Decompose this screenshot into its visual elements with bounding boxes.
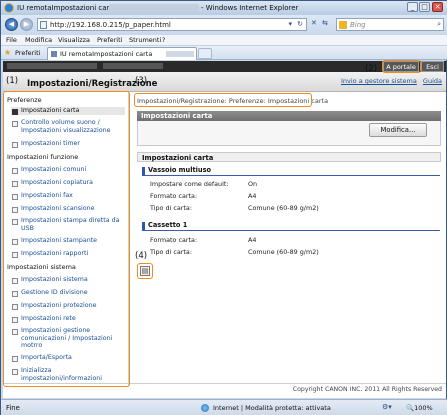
search-placeholder: Bing [350, 21, 366, 29]
zoom-value: 100% [414, 404, 433, 412]
menu-edit[interactable]: Modifica [25, 36, 52, 44]
address-url: http://192.168.0.215/p_paper.html [50, 21, 171, 29]
row-label: Impostare come default: [150, 180, 229, 188]
device-header-strip [3, 61, 446, 72]
menu-file[interactable]: File [6, 36, 17, 44]
row-value: Comune (60-89 g/m2) [248, 204, 319, 212]
globe-icon [201, 404, 209, 412]
menu-bar: File Modifica Visualizza Preferiti Strum… [1, 35, 447, 46]
callout-4-label: (4) [135, 251, 148, 261]
callout-2-label: (2) [365, 64, 378, 74]
menu-tools[interactable]: Strumenti [129, 36, 161, 44]
callout-1-highlight [3, 91, 130, 387]
section-header-paper-info: Impostazioni carta [137, 152, 441, 162]
row-value: A4 [248, 192, 257, 200]
status-text: Fine [6, 404, 20, 412]
row-label: Formato carta: [150, 236, 198, 244]
dropdown-icon[interactable]: ▾ [288, 20, 292, 28]
row-label: Tipo di carta: [150, 248, 192, 256]
new-tab-button[interactable] [198, 48, 212, 59]
window-title-suffix: - Windows Internet Explorer [201, 4, 299, 12]
forward-arrow-icon[interactable]: ▶ [20, 18, 33, 31]
header-links: Invio a gestore sistema Guida [337, 77, 442, 85]
subsection-drawer-1: Cassetto 1 [142, 221, 440, 231]
search-icon[interactable]: ⌕ [437, 20, 441, 29]
subsection-bypass-tray: Vassoio multiuso [142, 166, 440, 176]
minimize-button[interactable]: _ [407, 2, 418, 12]
window-title: IU remotaImpostazioni carta [17, 4, 116, 12]
close-button[interactable]: ✕ [432, 2, 443, 12]
redacted-device-name [109, 4, 199, 12]
menu-favorites[interactable]: Preferiti [97, 36, 122, 44]
row-value: Comune (60-89 g/m2) [248, 248, 319, 256]
back-arrow-icon[interactable]: ◀ [5, 18, 18, 31]
row-label: Formato carta: [150, 192, 198, 200]
menu-help[interactable]: ? [162, 36, 165, 44]
status-bar: Fine Internet | Modalità protetta: attiv… [1, 399, 447, 415]
page-header-bar: Impostazioni/Registrazione Invio a gesto… [3, 72, 446, 92]
maximize-button[interactable]: □ [419, 2, 430, 12]
security-zone: Internet | Modalità protetta: attivata [213, 404, 331, 412]
web-page: A portale Esci Impostazioni/Registrazion… [3, 60, 446, 398]
callout-1-label: (1) [6, 76, 19, 86]
compatibility-icon[interactable]: ⇆ [322, 19, 328, 27]
menu-view[interactable]: Visualizza [58, 36, 90, 44]
browser-window: IU remotaImpostazioni carta - Windows In… [0, 0, 447, 415]
row-label: Tipo di carta: [150, 204, 192, 212]
row-value: On [248, 180, 258, 188]
title-bar: IU remotaImpostazioni carta - Windows In… [1, 1, 447, 15]
address-toolbar: ◀ ▶ http://192.168.0.215/p_paper.html ▾ … [1, 15, 447, 35]
logout-button[interactable]: Esci [421, 61, 444, 72]
section-header-paper: Impostazioni carta [137, 111, 441, 121]
bing-icon [339, 21, 347, 29]
window-title-text: IU remotaImpostazioni carta [17, 4, 117, 12]
address-bar[interactable]: http://192.168.0.215/p_paper.html ▾ ↻ [37, 18, 307, 31]
modify-button[interactable]: Modifica... [369, 123, 427, 137]
search-field[interactable]: Bing ⌕ [336, 18, 444, 31]
redacted-device-info [7, 63, 97, 69]
copyright: Copyright CANON INC. 2011 All Rights Res… [292, 386, 442, 393]
help-link[interactable]: Guida [423, 77, 442, 85]
send-to-admin-link[interactable]: Invio a gestore sistema [341, 77, 417, 85]
tab-label: IU remotaImpostazioni carta [60, 50, 153, 58]
favorites-star-icon[interactable]: ★ [4, 48, 11, 57]
row-value: A4 [248, 236, 257, 244]
redacted-tab-text [166, 51, 194, 57]
callout-3-label: (3) [135, 76, 148, 86]
browser-tab[interactable]: IU remotaImpostazioni carta [47, 47, 197, 60]
page-icon [40, 21, 47, 29]
callout-4-highlight [137, 263, 153, 279]
tab-page-icon [51, 51, 57, 57]
stop-icon[interactable]: ✕ [311, 19, 317, 27]
callout-3-highlight [134, 93, 312, 107]
refresh-icon[interactable]: ↻ [297, 20, 303, 28]
redacted-device-model [103, 63, 163, 69]
settings-icon[interactable]: ⚙▾ [382, 403, 392, 411]
zoom-level[interactable]: 🔍100% [406, 404, 433, 412]
callout-2-highlight [382, 60, 421, 73]
ie-logo-icon [4, 3, 14, 13]
zoom-icon: 🔍 [406, 404, 415, 412]
favorites-label[interactable]: Preferiti [15, 49, 40, 57]
favorites-bar: ★ Preferiti IU remotaImpostazioni carta [1, 46, 447, 60]
